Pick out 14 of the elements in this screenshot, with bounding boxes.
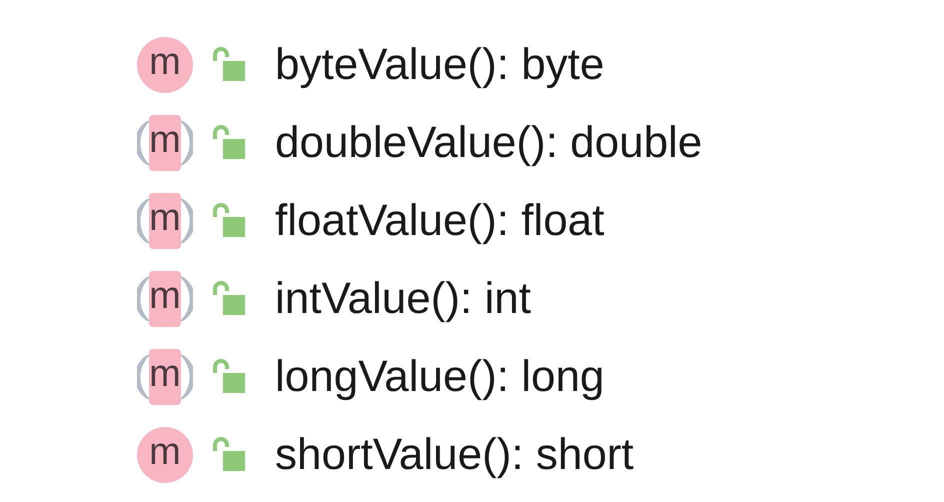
method-signature[interactable]: shortValue(): short (275, 433, 634, 477)
open-padlock-icon (211, 281, 245, 317)
method-signature[interactable]: longValue(): long (275, 355, 604, 399)
open-padlock-icon (211, 203, 245, 239)
method-icon: m (137, 427, 193, 483)
method-icon: m (137, 37, 193, 93)
method-signature[interactable]: byteValue(): byte (275, 43, 604, 87)
method-signature[interactable]: floatValue(): float (275, 199, 604, 243)
open-padlock-icon (211, 47, 245, 83)
open-padlock-icon (211, 359, 245, 395)
method-signature[interactable]: intValue(): int (275, 277, 531, 321)
method-signature[interactable]: doubleValue(): double (275, 121, 702, 165)
open-padlock-icon (211, 125, 245, 161)
open-padlock-icon (211, 437, 245, 473)
